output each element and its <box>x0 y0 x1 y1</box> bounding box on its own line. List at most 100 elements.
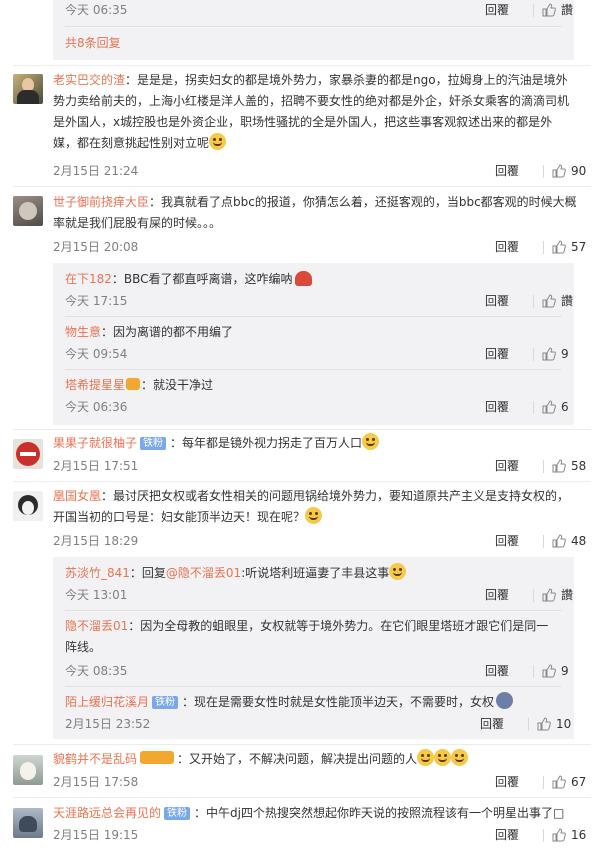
divider <box>13 429 591 430</box>
comment-time: 2月15日 18:29 <box>53 534 139 548</box>
divider <box>543 459 544 473</box>
reply-time: 今天 09:54 <box>65 347 128 361</box>
user-name[interactable]: 貌鹤并不是乱码 <box>53 752 137 766</box>
vip-icon <box>140 751 175 764</box>
user-name[interactable]: 凰国女凰 <box>53 489 101 503</box>
avatar[interactable] <box>13 755 43 785</box>
reply-text: 隐不溜丢01：因为全母教的蛆眼里，女权就等于境外势力。在它们眼里塔班才跟它们是同… <box>65 619 549 654</box>
reply-button[interactable]: 回覆 <box>495 531 533 551</box>
like-button[interactable]: 6 <box>542 397 569 417</box>
mention-link[interactable]: @隐不溜丢01 <box>166 566 241 580</box>
user-name[interactable]: 苏淡竹_841 <box>65 566 130 580</box>
like-button[interactable]: 10 <box>537 714 571 734</box>
divider <box>528 717 529 731</box>
comment-actions: 回覆 48 <box>495 531 586 551</box>
like-button[interactable]: 58 <box>552 456 586 476</box>
thumbs-up-icon <box>552 775 566 789</box>
like-button[interactable]: 67 <box>552 772 586 792</box>
like-button[interactable]: 讚 <box>542 0 573 20</box>
yum-emoji-icon <box>362 433 380 450</box>
reply-button[interactable]: 回覆 <box>495 456 533 476</box>
divider <box>65 686 562 687</box>
like-button[interactable]: 9 <box>542 661 569 681</box>
reply-button[interactable]: 回覆 <box>495 161 533 181</box>
like-button[interactable]: 16 <box>552 825 586 845</box>
comment-actions: 回覆 57 <box>495 237 586 257</box>
user-name[interactable]: 塔希提星星 <box>65 378 125 392</box>
thumbs-up-icon <box>542 294 556 308</box>
user-name[interactable]: 隐不溜丢01 <box>65 619 128 633</box>
avatar[interactable] <box>13 196 43 226</box>
cry-emoji-icon <box>417 749 435 766</box>
reply-button[interactable]: 回覆 <box>495 825 533 845</box>
reply-text: 塔希提星星 ：就没干净过 <box>65 378 214 392</box>
reply-button[interactable]: 回覆 <box>495 237 533 257</box>
cry-emoji-icon <box>451 749 469 766</box>
like-button[interactable]: 48 <box>552 531 586 551</box>
reply-text: 陌上缓归花溪月 铁粉 ：现在是需要女性时就是女性能顶半边天，不需要时，女权 <box>65 692 514 712</box>
avatar[interactable] <box>13 74 43 104</box>
user-name[interactable]: 老实巴交的渣 <box>53 73 125 87</box>
like-count: 58 <box>571 459 587 473</box>
reply-button[interactable]: 回覆 <box>485 0 523 20</box>
divider <box>533 294 534 308</box>
reply-actions: 回覆 10 <box>480 714 571 734</box>
wink-emoji-icon <box>389 563 407 580</box>
user-name[interactable]: 在下182 <box>65 272 112 286</box>
emoji-icon <box>294 271 312 286</box>
reply-actions: 回覆 讚 <box>485 291 573 311</box>
user-name[interactable]: 陌上缓归花溪月 <box>65 695 149 709</box>
reply-actions: 回覆 讚 <box>485 585 573 605</box>
reply-button[interactable]: 回覆 <box>485 291 523 311</box>
reply-button[interactable]: 回覆 <box>480 714 518 734</box>
reply-button[interactable]: 回覆 <box>485 661 523 681</box>
avatar[interactable] <box>13 808 43 838</box>
reply-button[interactable]: 回覆 <box>485 397 523 417</box>
fan-badge: 铁粉 <box>152 696 179 709</box>
user-name[interactable]: 世子御前挠痒大臣 <box>53 195 149 209</box>
like-count: 10 <box>556 717 572 731</box>
thumbs-up-icon <box>542 3 556 17</box>
reply-button[interactable]: 回覆 <box>485 585 523 605</box>
like-button[interactable]: 90 <box>552 161 586 181</box>
divider <box>65 26 562 27</box>
cry-emoji-icon <box>434 749 452 766</box>
divider <box>543 164 544 178</box>
comment-time: 2月15日 20:08 <box>53 240 139 254</box>
reply-time: 今天 13:01 <box>65 588 128 602</box>
reply-actions: 回覆 6 <box>485 397 569 417</box>
like-count: 90 <box>571 164 587 178</box>
thumbs-up-icon <box>537 717 551 731</box>
emoji-icon <box>496 692 514 709</box>
comment-time: 2月15日 17:58 <box>53 775 139 789</box>
divider <box>13 186 591 187</box>
avatar[interactable] <box>13 491 43 521</box>
divider <box>533 588 534 602</box>
like-button[interactable]: 57 <box>552 237 586 257</box>
user-name[interactable]: 天涯路远总会再见的 <box>53 806 161 820</box>
like-count: 讚 <box>561 3 574 17</box>
divider <box>543 240 544 254</box>
comment-actions: 回覆 58 <box>495 456 586 476</box>
thumbs-up-icon <box>542 664 556 678</box>
like-button[interactable]: 讚 <box>542 291 573 311</box>
divider <box>533 400 534 414</box>
more-replies-link[interactable]: 共8条回复 <box>65 33 121 53</box>
divider <box>533 664 534 678</box>
divider <box>13 797 591 798</box>
fan-badge: 铁粉 <box>164 807 191 820</box>
reply-time: 今天 08:35 <box>65 664 128 678</box>
user-name[interactable]: 果果子就很柚子 <box>53 436 137 450</box>
reply-button[interactable]: 回覆 <box>495 772 533 792</box>
divider <box>533 347 534 361</box>
reply-button[interactable]: 回覆 <box>485 344 523 364</box>
like-button[interactable]: 9 <box>542 344 569 364</box>
like-count: 16 <box>571 828 587 842</box>
avatar[interactable] <box>13 439 43 469</box>
like-count: 57 <box>571 240 587 254</box>
comment-text: 老实巴交的渣：是是是，拐卖妇女的都是境外势力，家暴杀妻的都是ngo，拉姆身上的汽… <box>53 73 570 150</box>
thumbs-up-icon <box>552 828 566 842</box>
comment-text: 世子御前挠痒大臣：我真就看了点bbc的报道，你猜怎么着，还挺客观的，当bbc都客… <box>53 195 577 230</box>
user-name[interactable]: 物生意 <box>65 325 101 339</box>
like-button[interactable]: 讚 <box>542 585 573 605</box>
